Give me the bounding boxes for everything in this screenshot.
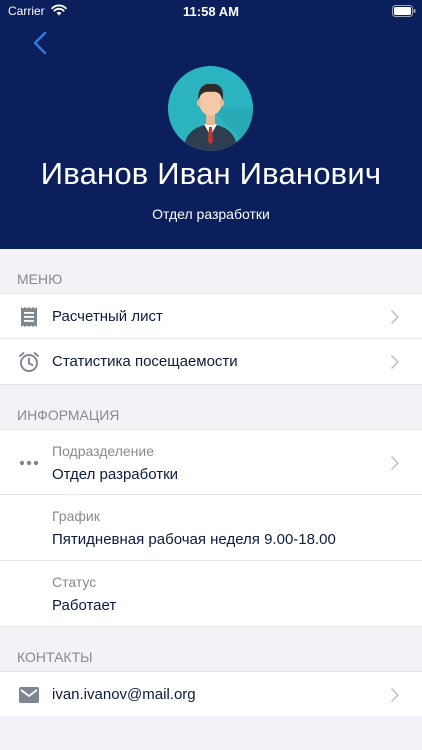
user-avatar-icon [168, 66, 253, 151]
info-item-status: Статус Работает [0, 561, 422, 627]
battery-icon [392, 5, 416, 17]
profile-header: Carrier 11:58 AM Иванов Иван Иванович От… [0, 0, 422, 249]
section-header-info: ИНФОРМАЦИЯ [0, 385, 422, 429]
chevron-right-icon [391, 355, 399, 369]
info-caption: Статус [52, 574, 97, 590]
avatar [168, 66, 253, 151]
section-header-contacts: КОНТАКТЫ [0, 627, 422, 671]
mail-icon [17, 683, 41, 707]
info-item-subdivision[interactable]: Подразделение Отдел разработки [0, 429, 422, 495]
contact-email: ivan.ivanov@mail.org [52, 686, 196, 703]
menu-item-payslip[interactable]: Расчетный лист [0, 293, 422, 339]
chevron-right-icon [391, 310, 399, 324]
chevron-right-icon [391, 688, 399, 702]
alarm-clock-icon [17, 350, 41, 374]
bottom-background [0, 716, 422, 750]
info-item-schedule: График Пятидневная рабочая неделя 9.00-1… [0, 495, 422, 561]
back-button[interactable] [28, 30, 52, 56]
info-value: Работает [52, 597, 117, 614]
contact-item-email[interactable]: ivan.ivanov@mail.org [0, 671, 422, 717]
chevron-right-icon [391, 456, 399, 470]
user-full-name: Иванов Иван Иванович [40, 156, 382, 191]
menu-item-label: Статистика посещаемости [52, 353, 238, 370]
info-value: Отдел разработки [52, 466, 179, 483]
payslip-icon [17, 305, 41, 329]
info-value: Пятидневная рабочая неделя 9.00-18.00 [52, 531, 336, 548]
chevron-left-icon [33, 31, 47, 55]
info-caption: Подразделение [52, 443, 155, 459]
status-bar: Carrier 11:58 AM [0, 0, 422, 22]
menu-item-attendance[interactable]: Статистика посещаемости [0, 339, 422, 385]
menu-item-label: Расчетный лист [52, 308, 163, 325]
section-header-menu: МЕНЮ [0, 249, 422, 293]
clock-time: 11:58 AM [183, 4, 239, 19]
info-caption: График [52, 508, 100, 524]
user-department: Отдел разработки [152, 206, 270, 222]
more-dots-icon [17, 451, 41, 475]
